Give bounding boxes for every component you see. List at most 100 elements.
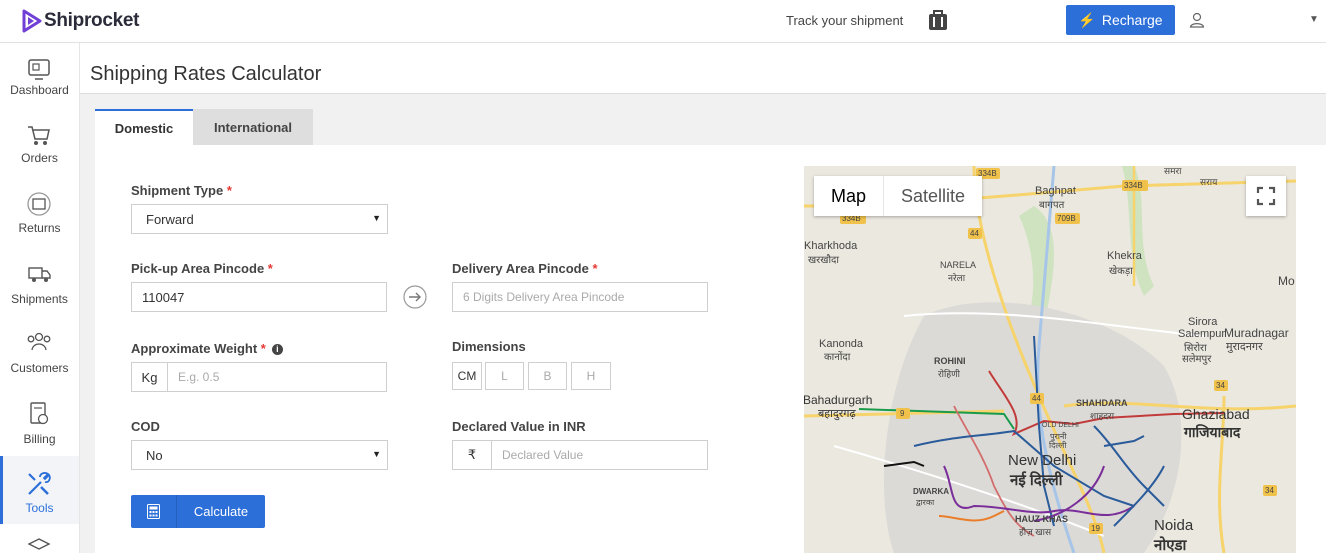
map-road-label: 334B bbox=[1124, 181, 1143, 190]
shipment-type-select[interactable]: Forward ▼ bbox=[131, 204, 388, 234]
map-type-satellite-button[interactable]: Satellite bbox=[883, 176, 982, 216]
map-label: गाजियाबाद bbox=[1184, 424, 1241, 440]
sidebar-item-label: Dashboard bbox=[10, 83, 69, 97]
map-road-label: 19 bbox=[1091, 524, 1100, 533]
returns-icon bbox=[27, 192, 51, 216]
map-road-label: 44 bbox=[970, 229, 979, 238]
weight-label: Approximate Weight * i bbox=[131, 341, 283, 356]
map-label: नरेला bbox=[948, 273, 966, 283]
map-label: हौज़ खास bbox=[1019, 527, 1052, 537]
fullscreen-button[interactable] bbox=[1246, 176, 1286, 216]
select-arrow-icon: ▼ bbox=[372, 213, 381, 223]
shipment-type-label: Shipment Type * bbox=[131, 183, 232, 198]
map-label: सलेमपुर bbox=[1182, 354, 1212, 365]
map-label: खरखौदा bbox=[808, 255, 839, 266]
sidebar-item-dashboard[interactable]: Dashboard bbox=[0, 51, 79, 117]
delivery-pincode-input[interactable]: 6 Digits Delivery Area Pincode bbox=[452, 282, 708, 312]
calculate-button[interactable]: Calculate bbox=[131, 495, 265, 528]
sidebar-item-tools[interactable]: Tools bbox=[0, 456, 79, 524]
map-label: रोहिणी bbox=[938, 369, 960, 379]
map-label-kharkhoda: Kharkhoda bbox=[804, 240, 858, 252]
map-label-shahdara: SHAHDARA bbox=[1076, 398, 1128, 408]
map-label-dwarka: DWARKA bbox=[913, 487, 949, 496]
sidebar-item-billing[interactable]: Billing bbox=[0, 392, 79, 458]
sidebar-item-customers[interactable]: Customers bbox=[0, 324, 79, 390]
map-road-label: 44 bbox=[1032, 394, 1041, 403]
map-label: कानोंदा bbox=[824, 352, 851, 363]
package-icon[interactable] bbox=[926, 9, 950, 33]
rupee-icon: ₹ bbox=[452, 440, 492, 470]
cart-icon bbox=[28, 126, 50, 145]
map-type-map-button[interactable]: Map bbox=[814, 176, 883, 216]
shiprocket-logo[interactable]: Shiprocket bbox=[21, 9, 140, 33]
info-icon[interactable]: i bbox=[271, 344, 283, 355]
weight-input[interactable]: E.g. 0.5 bbox=[167, 362, 387, 392]
track-shipment-link[interactable]: Track your shipment bbox=[786, 13, 903, 28]
customers-icon bbox=[27, 332, 51, 351]
map-label: नोएडा bbox=[1154, 537, 1187, 553]
map-label-khekra: Khekra bbox=[1107, 250, 1142, 262]
map-label-hauz-khas: HAUZ KHAS bbox=[1015, 514, 1068, 524]
account-dropdown-icon[interactable]: ▼ bbox=[1309, 14, 1319, 25]
dashboard-icon bbox=[28, 59, 50, 80]
map-road-label: 709B bbox=[1057, 214, 1076, 223]
map-view[interactable]: 334B 334B 334B 709B 44 44 9 34 34 19 समर… bbox=[804, 166, 1296, 553]
map-label: शाहदरा bbox=[1090, 411, 1115, 421]
map-label: बागपत bbox=[1039, 200, 1065, 211]
map-label-baghpat: Baghpat bbox=[1035, 185, 1076, 197]
declared-value-input[interactable]: Declared Value bbox=[491, 440, 708, 470]
map-road-label: 9 bbox=[900, 409, 905, 418]
page-header: Shipping Rates Calculator bbox=[80, 43, 1326, 94]
page-title: Shipping Rates Calculator bbox=[90, 63, 322, 85]
tab-international[interactable]: International bbox=[193, 109, 313, 145]
delivery-pincode-label: Delivery Area Pincode * bbox=[452, 261, 598, 276]
map-label-noida: Noida bbox=[1154, 517, 1194, 534]
sidebar-item-label: Customers bbox=[10, 361, 69, 375]
pickup-pincode-label: Pick-up Area Pincode * bbox=[131, 261, 273, 276]
sidebar-item-label: Orders bbox=[21, 151, 58, 165]
map-label: सराय bbox=[1200, 177, 1218, 187]
height-input[interactable]: H bbox=[571, 362, 611, 390]
recharge-button[interactable]: ⚡ Recharge bbox=[1066, 5, 1175, 35]
map-label-mo: Mo bbox=[1278, 274, 1295, 288]
brand-name: Shiprocket bbox=[44, 10, 140, 31]
map-label-muradnagar: Muradnagar bbox=[1224, 326, 1289, 340]
cod-select[interactable]: No ▼ bbox=[131, 440, 388, 470]
sidebar-item-shipments[interactable]: Shipments bbox=[0, 256, 79, 322]
map-road-label: 34 bbox=[1216, 381, 1225, 390]
map-roads bbox=[804, 166, 1296, 553]
calculator-icon bbox=[131, 495, 177, 528]
sidebar-item-label: Returns bbox=[18, 221, 61, 235]
map-type-toggle: Map Satellite bbox=[814, 176, 983, 216]
map-label: समरा bbox=[1164, 166, 1182, 176]
map-label: नई दिल्ली bbox=[1010, 472, 1063, 489]
map-label-old-delhi: OLD DELHI bbox=[1042, 422, 1079, 429]
layers-icon[interactable] bbox=[27, 537, 51, 553]
length-input[interactable]: L bbox=[485, 362, 524, 390]
pickup-pincode-input[interactable]: 110047 bbox=[131, 282, 387, 312]
map-label: खेकड़ा bbox=[1109, 266, 1133, 277]
breadth-input[interactable]: B bbox=[528, 362, 567, 390]
sidebar-item-label: Shipments bbox=[11, 292, 68, 306]
map-label-salempur: Salempur bbox=[1178, 328, 1226, 340]
sidebar-item-returns[interactable]: Returns bbox=[0, 188, 79, 254]
truck-icon bbox=[28, 267, 51, 282]
logo-icon bbox=[22, 9, 42, 33]
sidebar-item-label: Tools bbox=[25, 501, 54, 515]
calculate-label: Calculate bbox=[193, 504, 249, 519]
top-bar: Shiprocket Track your shipment ⚡ Recharg… bbox=[0, 0, 1326, 43]
map-road-label: 34 bbox=[1265, 486, 1274, 495]
map-label-new-delhi: New Delhi bbox=[1008, 452, 1077, 469]
sidebar-item-orders[interactable]: Orders bbox=[0, 119, 79, 185]
map-label-sirora: Sirora bbox=[1188, 316, 1218, 328]
user-icon[interactable] bbox=[1189, 12, 1205, 28]
tab-domestic[interactable]: Domestic bbox=[95, 109, 193, 145]
billing-icon bbox=[30, 402, 49, 425]
tools-icon bbox=[28, 472, 51, 495]
recharge-label: Recharge bbox=[1101, 12, 1163, 28]
declared-value-label: Declared Value in INR bbox=[452, 419, 586, 434]
cod-label: COD bbox=[131, 419, 160, 434]
sidebar: Dashboard Orders Returns Shipments Custo… bbox=[0, 43, 80, 553]
map-label: दिल्ली bbox=[1049, 441, 1067, 450]
dimension-unit-addon: CM bbox=[452, 362, 482, 390]
